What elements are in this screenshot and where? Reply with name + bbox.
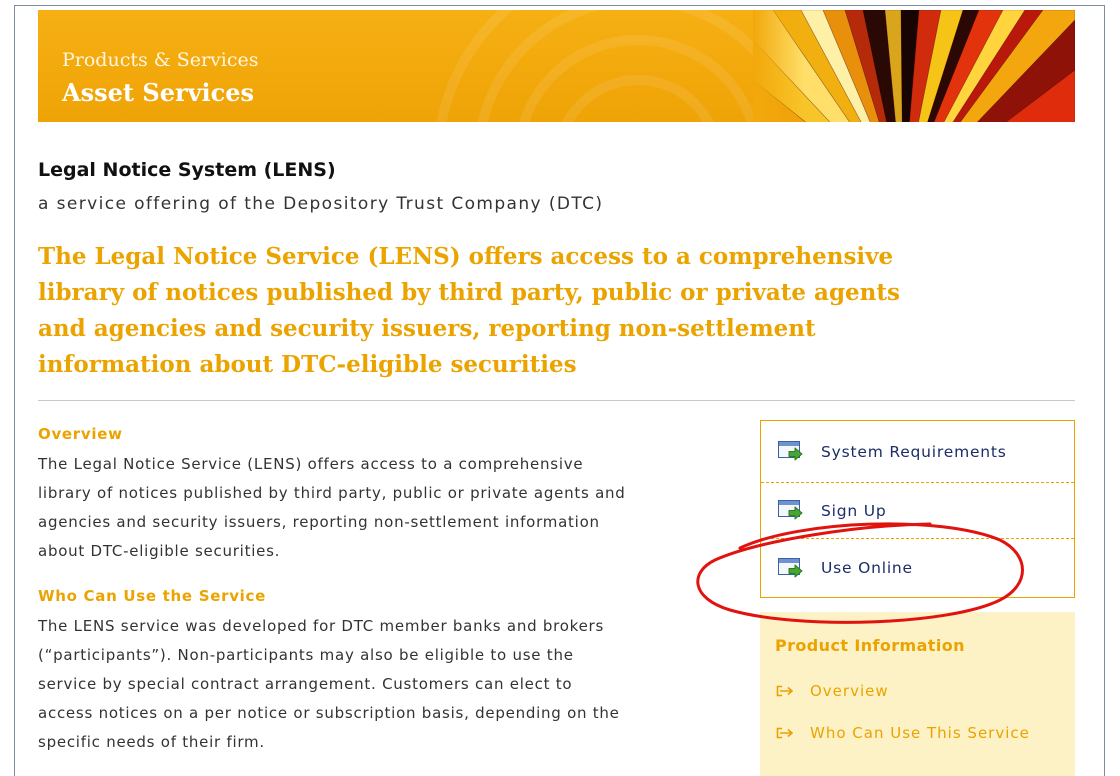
headline-line: information about DTC-eligible securitie… <box>38 351 577 378</box>
overview-text-line: library of notices published by third pa… <box>38 484 626 502</box>
headline: The Legal Notice Service (LENS) offers a… <box>38 239 900 383</box>
window-arrow-icon[interactable] <box>778 441 805 462</box>
banner-image <box>753 10 1075 122</box>
product-information-title: Product Information <box>775 636 965 655</box>
eligibility-text-line: The LENS service was developed for DTC m… <box>38 617 605 635</box>
action-links-box: System Requirements Sign Up Use Online <box>760 420 1075 598</box>
section-banner: Products & Services Asset Services <box>38 10 1075 122</box>
headline-line: and agencies and security issuers, repor… <box>38 315 816 342</box>
eligibility-text-line: access notices on a per notice or subscr… <box>38 704 620 722</box>
overview-link-label[interactable]: Overview <box>810 682 889 700</box>
product-information-panel: Product Information Overview Who Can Use… <box>760 612 1075 776</box>
system-requirements-label[interactable]: System Requirements <box>821 443 1007 461</box>
eligibility-text-line: specific needs of their firm. <box>38 733 265 751</box>
eligibility-text-line: (“participants”). Non-participants may a… <box>38 646 574 664</box>
sign-up-link[interactable]: Sign Up <box>761 483 1074 539</box>
banner-title: Asset Services <box>62 78 255 107</box>
use-online-link[interactable]: Use Online <box>761 539 1074 597</box>
use-online-label[interactable]: Use Online <box>821 559 913 577</box>
overview-section: Overview The Legal Notice Service (LENS)… <box>38 424 626 566</box>
window-arrow-icon[interactable] <box>778 557 805 579</box>
overview-text-line: The Legal Notice Service (LENS) offers a… <box>38 455 584 473</box>
eligibility-section: Who Can Use the Service The LENS service… <box>38 586 620 757</box>
page-title: Legal Notice System (LENS) <box>38 159 336 181</box>
arrow-out-icon[interactable] <box>775 726 795 740</box>
overview-heading: Overview <box>38 425 123 443</box>
window-arrow-icon[interactable] <box>778 500 805 521</box>
banner-heading: Products & Services Asset Services <box>62 48 259 108</box>
arrow-out-icon[interactable] <box>775 684 795 698</box>
system-requirements-link[interactable]: System Requirements <box>761 421 1074 483</box>
overview-text-line: agencies and security issuers, reporting… <box>38 513 600 531</box>
who-can-use-link-label[interactable]: Who Can Use This Service <box>810 724 1030 742</box>
product-information-links: Overview Who Can Use This Service <box>775 679 1075 745</box>
divider <box>38 400 1075 401</box>
eligibility-text-line: service by special contract arrangement.… <box>38 675 573 693</box>
overview-text-line: about DTC-eligible securities. <box>38 542 281 560</box>
banner-section-label: Products & Services <box>62 49 259 71</box>
sign-up-label[interactable]: Sign Up <box>821 502 887 520</box>
page-subtitle: a service offering of the Depository Tru… <box>38 194 604 214</box>
headline-line: The Legal Notice Service (LENS) offers a… <box>38 243 894 270</box>
eligibility-heading: Who Can Use the Service <box>38 587 266 605</box>
who-can-use-link[interactable]: Who Can Use This Service <box>775 721 1075 745</box>
headline-line: library of notices published by third pa… <box>38 279 900 306</box>
overview-link[interactable]: Overview <box>775 679 1075 703</box>
